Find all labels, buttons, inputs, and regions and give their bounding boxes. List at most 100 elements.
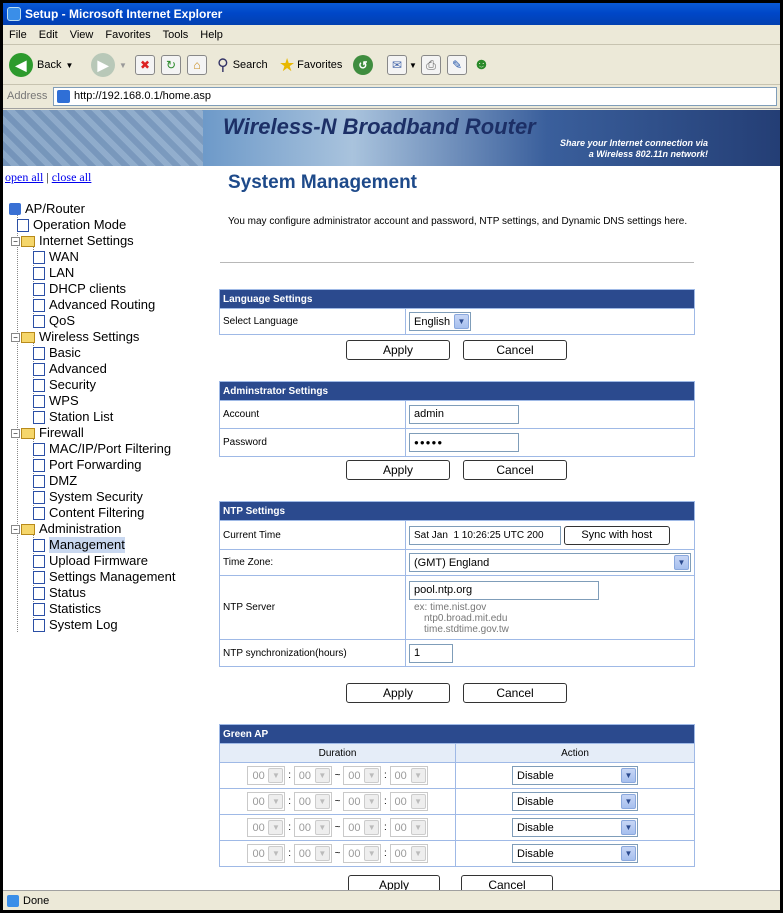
dropdown-icon: ▼ [119,60,127,70]
action-select[interactable]: Disable ▼ [512,844,638,863]
account-input[interactable]: admin [409,405,519,424]
tree-item-wps[interactable]: WPS [33,393,79,409]
tree-item-qos[interactable]: QoS [33,313,75,329]
close-all-link[interactable]: close all [52,170,92,184]
ntp-sync-input[interactable]: 1 [409,643,453,663]
tree-item-wan[interactable]: WAN [33,249,79,265]
start-minute-select[interactable]: 00 ▼ [293,792,332,811]
tree-item-system-log[interactable]: System Log [33,617,118,633]
tree-item-management[interactable]: Management [33,537,125,553]
ntp-apply-button[interactable]: Apply [346,683,450,703]
tree-item-security[interactable]: Security [33,377,96,393]
colon-separator: : [288,822,292,834]
chevron-down-icon: ▼ [621,820,636,835]
end-minute-select[interactable]: 00 ▼ [389,818,428,837]
back-button[interactable]: ◀ Back ▼ [9,51,73,79]
end-hour-select[interactable]: 00 ▼ [343,792,382,811]
colon-separator: : [383,848,387,860]
menu-view[interactable]: View [64,25,100,45]
time-zone-value: (GMT) England [414,556,490,569]
menu-help[interactable]: Help [194,25,229,45]
ntp-cancel-button[interactable]: Cancel [463,683,567,703]
ntp-server-input[interactable]: pool.ntp.org [409,580,599,600]
tree-root[interactable]: AP/Router [9,201,85,217]
tree-item-port-forwarding[interactable]: Port Forwarding [33,457,141,473]
start-hour-select[interactable]: 00 ▼ [247,792,286,811]
green-ap-cancel-button[interactable]: Cancel [461,875,553,890]
action-select[interactable]: Disable ▼ [512,792,638,811]
password-input[interactable]: ●●●●● [409,433,519,452]
action-select[interactable]: Disable ▼ [512,766,638,785]
edit-button[interactable]: ✎ [447,51,467,79]
stop-button[interactable]: ✖ [135,51,155,79]
language-cancel-button[interactable]: Cancel [463,340,567,360]
tree-folder-firewall[interactable]: − Firewall [11,425,84,441]
search-button[interactable]: ⚲ Search [217,51,268,79]
current-time-input[interactable]: Sat Jan 1 10:26:25 UTC 200 [409,525,561,545]
tree-item-statistics[interactable]: Statistics [33,601,101,617]
favorites-button[interactable]: ★ Favorites [279,51,342,79]
tree-item-basic[interactable]: Basic [33,345,81,361]
start-hour-select[interactable]: 00 ▼ [247,818,286,837]
tree-item-lan[interactable]: LAN [33,265,74,281]
administrator-settings-header: Adminstrator Settings [219,381,695,401]
time-zone-select[interactable]: (GMT) England ▼ [409,553,691,572]
tree-item-advanced-routing[interactable]: Advanced Routing [33,297,155,313]
tree-item-settings-management[interactable]: Settings Management [33,569,175,585]
search-label: Search [232,59,268,71]
menu-edit[interactable]: Edit [33,25,64,45]
home-button[interactable]: ⌂ [187,51,207,79]
admin-apply-button[interactable]: Apply [346,460,450,480]
green-ap-apply-button[interactable]: Apply [348,875,440,890]
tree-item-system-security[interactable]: System Security [33,489,143,505]
menu-favorites[interactable]: Favorites [99,25,156,45]
toolbar: ◀ Back ▼ ▶ ▼ ✖ ↻ ⌂ ⚲ Search ★ Favorites … [3,45,780,85]
tree-item-dhcp-clients[interactable]: DHCP clients [33,281,126,297]
tree-item-operation-mode[interactable]: Operation Mode [17,217,126,233]
tree-item-dmz[interactable]: DMZ [33,473,77,489]
end-hour-select[interactable]: 00 ▼ [343,766,382,785]
open-all-link[interactable]: open all [5,170,43,184]
language-cell: English ▼ [405,308,695,335]
language-select[interactable]: English ▼ [409,312,471,331]
sync-with-host-button[interactable]: Sync with host [563,525,670,545]
refresh-button[interactable]: ↻ [161,51,181,79]
mail-button[interactable]: ✉ ▼ [387,51,417,79]
collapse-icon: − [11,428,20,438]
end-hour-select[interactable]: 00 ▼ [343,818,382,837]
language-apply-button[interactable]: Apply [346,340,450,360]
banner-subtitle-line1: Share your Internet connection via [559,138,708,148]
start-minute-select[interactable]: 00 ▼ [293,766,332,785]
tree-item-station-list[interactable]: Station List [33,409,113,425]
messenger-button[interactable]: ☻ [473,51,490,79]
tree-item-status[interactable]: Status [33,585,86,601]
end-hour-select[interactable]: 00 ▼ [343,844,382,863]
ntp-hint-1: ex: time.nist.gov [414,601,487,613]
page-icon [33,378,45,392]
menu-tools[interactable]: Tools [157,25,195,45]
address-input[interactable]: http://192.168.0.1/home.asp [53,87,777,106]
start-minute-select[interactable]: 00 ▼ [293,844,332,863]
action-cell: Disable ▼ [455,814,695,841]
tree-item-content-filtering[interactable]: Content Filtering [33,505,144,521]
start-hour-select[interactable]: 00 ▼ [247,766,286,785]
tree-folder-administration[interactable]: − Administration [11,521,121,537]
tree-item-upload-firmware[interactable]: Upload Firmware [33,553,148,569]
start-minute-select[interactable]: 00 ▼ [293,818,332,837]
tree-item-advanced[interactable]: Advanced [33,361,107,377]
history-button[interactable]: ↺ [353,51,373,79]
forward-button[interactable]: ▶ ▼ [91,51,127,79]
menu-file[interactable]: File [3,25,33,45]
end-minute-select[interactable]: 00 ▼ [389,792,428,811]
tree-item-mac-ip-port-filtering[interactable]: MAC/IP/Port Filtering [33,441,171,457]
print-button[interactable]: ⎙ [421,51,441,79]
action-select[interactable]: Disable ▼ [512,818,638,837]
end-minute-select[interactable]: 00 ▼ [389,766,428,785]
colon-separator: : [288,796,292,808]
admin-cancel-button[interactable]: Cancel [463,460,567,480]
start-hour-select[interactable]: 00 ▼ [247,844,286,863]
end-minute-select[interactable]: 00 ▼ [389,844,428,863]
tree-folder-wireless-settings[interactable]: − Wireless Settings [11,329,139,345]
router-icon [9,203,21,215]
tree-folder-internet-settings[interactable]: − Internet Settings [11,233,134,249]
